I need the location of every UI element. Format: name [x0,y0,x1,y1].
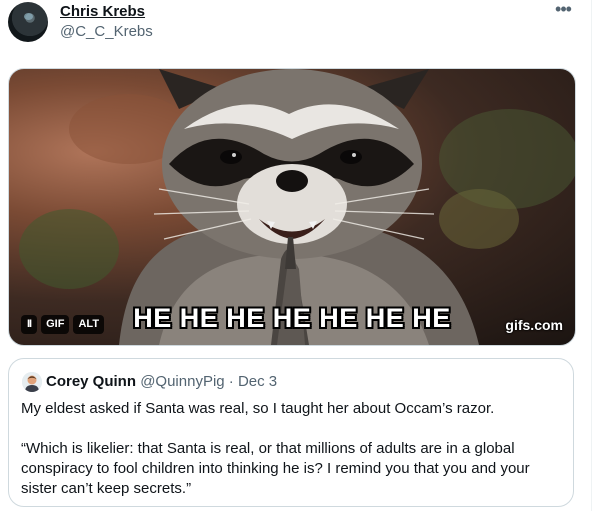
quoted-paragraph-2: “Which is likelier: that Santa is real, … [21,440,530,497]
gif-watermark: gifs.com [505,317,563,333]
quoted-tweet-date[interactable]: Dec 3 [238,373,277,390]
quoted-tweet-header: Corey Quinn @QuinnyPig · Dec 3 [46,373,277,390]
quoted-author-avatar[interactable] [22,372,42,392]
avatar[interactable] [8,2,48,42]
person-avatar-icon [22,372,42,392]
quoted-author-name[interactable]: Corey Quinn [46,373,136,390]
quoted-tweet-text: My eldest asked if Santa was real, so I … [21,399,561,519]
author-handle[interactable]: @C_C_Krebs [60,23,153,40]
separator-dot: · [228,373,234,390]
gif-caption: HE HE HE HE HE HE HE [133,303,451,333]
author-name[interactable]: Chris Krebs [60,3,145,20]
more-options-icon[interactable]: ••• [552,0,574,22]
quoted-author-handle[interactable]: @QuinnyPig [140,373,224,390]
quoted-paragraph-1: My eldest asked if Santa was real, so I … [21,400,495,417]
gif-media[interactable]: II GIF ALT HE HE HE HE HE HE HE gifs.com [8,68,576,346]
quoted-tweet[interactable]: Corey Quinn @QuinnyPig · Dec 3 My eldest… [8,358,574,507]
